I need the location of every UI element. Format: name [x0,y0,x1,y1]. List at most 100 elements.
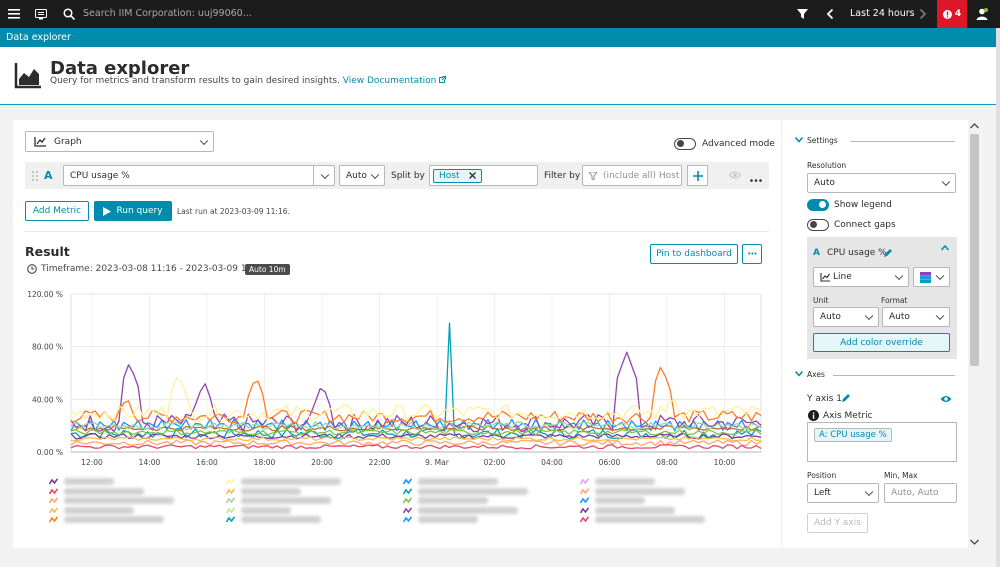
series-line-icon [580,506,589,513]
legend-label-redacted [595,487,685,495]
settings-section-header[interactable]: Settings [795,135,955,145]
add-color-override-button[interactable]: Add color override [813,333,950,352]
line-chart-icon [34,136,46,147]
legend-item[interactable] [226,516,321,523]
axis-metric-chip[interactable]: A: CPU usage % [814,428,892,442]
eye-icon[interactable] [940,395,952,403]
section-divider [25,231,769,232]
drag-handle-icon[interactable] [32,171,38,184]
run-query-button[interactable]: Run query [94,201,172,221]
min-max-input[interactable]: Auto, Auto [884,483,957,503]
legend-label-redacted [64,478,114,485]
legend-item[interactable] [580,516,705,523]
query-row: A CPU usage % Auto Split by Host Filter … [25,162,769,189]
chevron-down-icon [795,371,803,377]
page-subtitle: Query for metrics and transform results … [50,76,447,86]
legend-item[interactable] [226,506,291,514]
connect-gaps-label: Connect gaps [834,220,896,230]
user-icon[interactable] [974,0,990,28]
add-metric-button[interactable]: Add Metric [25,201,89,221]
visibility-icon[interactable] [728,171,742,182]
cpu-usage-chart[interactable]: 120.00 % 80.00 % 40.00 % 0.00 % 12:00 14:00 16… [25,286,769,476]
legend-item[interactable] [49,487,144,495]
page-header: Data explorer Query for metrics and tran… [0,47,996,105]
x-tick-label: 9. Mar [425,458,450,467]
legend-item[interactable] [580,506,675,514]
palette-icon [920,271,931,283]
legend-item[interactable] [49,497,174,504]
legend-label-redacted [418,497,488,504]
axis-metric-label: Axis Metric [823,411,873,421]
legend-item[interactable] [226,478,341,485]
chevron-up-icon[interactable] [941,245,949,251]
scrollbar-thumb[interactable] [970,134,979,366]
timeframe-selector[interactable]: Last 24 hours [850,8,915,19]
clock-icon [27,264,37,277]
close-icon[interactable] [468,172,476,179]
legend-label-redacted [241,516,321,523]
legend-item[interactable] [403,487,528,495]
visualization-select[interactable]: Graph [25,131,214,152]
x-tick-label: 20:00 [311,458,333,467]
filter-by-label: Filter by [544,171,581,181]
legend-item[interactable] [403,516,478,523]
legend-label-redacted [595,478,655,485]
legend-item[interactable] [580,497,645,504]
legend-item[interactable] [49,478,114,485]
filter-input[interactable]: (include all) Host [582,165,682,186]
add-y-axis-button[interactable]: Add Y axis [807,513,868,533]
result-more-button[interactable]: ••• [742,244,762,264]
legend-item[interactable] [49,506,134,514]
series-line-icon [403,478,412,485]
problems-indicator[interactable]: 4 [937,0,967,28]
chevron-down-icon [370,170,380,179]
show-legend-toggle[interactable] [807,199,829,211]
legend-item[interactable] [580,478,655,485]
connect-gaps-toggle[interactable] [807,219,829,231]
settings-scrollbar[interactable] [968,120,981,548]
legend-item[interactable] [226,497,331,504]
legend-item[interactable] [403,478,498,485]
page-scrollbar[interactable] [996,28,1000,567]
menu-icon[interactable] [4,0,24,28]
add-filter-button[interactable] [687,165,708,186]
subtitle-text: Query for metrics and transform results … [50,76,340,86]
split-by-chip[interactable]: Host [433,168,482,183]
unit-select[interactable]: Auto [813,307,879,327]
metric-select[interactable]: CPU usage % [63,165,335,186]
axes-section-header[interactable]: Axes [795,369,955,379]
next-timeframe-icon[interactable] [916,0,930,28]
search-icon[interactable] [62,0,76,28]
pin-to-dashboard-button[interactable]: Pin to dashboard [650,244,738,264]
dashboard-icon[interactable] [32,0,50,28]
query-panel: Graph Advanced mode A CPU usage % Auto S… [13,120,781,548]
y-axis-title: Y axis 1 [807,394,842,404]
view-documentation-link[interactable]: View Documentation [343,76,447,86]
format-label: Format [881,296,908,305]
color-palette-select[interactable] [913,267,950,287]
advanced-mode-toggle[interactable] [674,138,696,150]
format-select[interactable]: Auto [882,307,950,327]
filter-icon[interactable] [795,0,809,28]
series-type-select[interactable]: Line [813,267,909,287]
query-row-more-icon[interactable] [750,174,762,185]
search-input[interactable]: Search IIM Corporation: uuj99060... [83,8,252,19]
position-select[interactable]: Left [807,483,879,503]
pencil-icon[interactable] [841,393,851,403]
previous-timeframe-icon[interactable] [823,0,837,28]
visualization-value: Graph [54,136,82,147]
scroll-up-icon[interactable] [970,123,979,129]
legend-item[interactable] [403,497,488,504]
y-tick-label: 120.00 % [27,290,63,299]
split-by-input[interactable]: Host [429,165,538,186]
legend-item[interactable] [226,487,301,495]
legend-item[interactable] [580,487,685,495]
resolution-select[interactable]: Auto [807,173,956,193]
aggregation-select[interactable]: Auto [339,165,385,186]
legend-item[interactable] [49,516,164,523]
legend-item[interactable] [403,506,518,514]
scroll-down-icon[interactable] [970,539,979,545]
pencil-icon[interactable] [883,248,893,258]
axis-metric-input[interactable]: A: CPU usage % [807,422,957,462]
breadcrumb[interactable]: Data explorer [0,28,1000,47]
